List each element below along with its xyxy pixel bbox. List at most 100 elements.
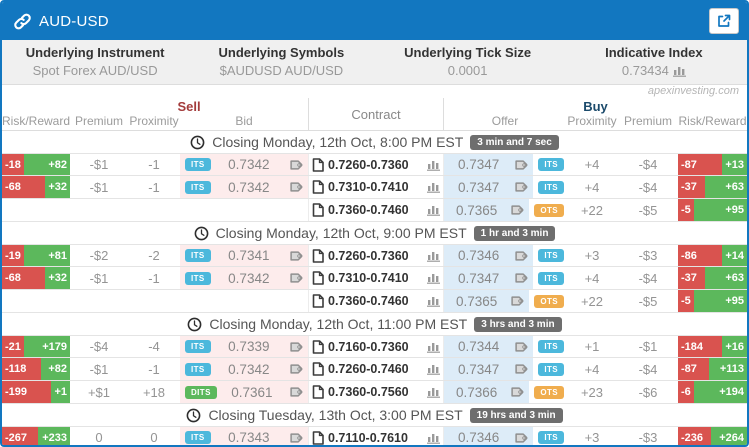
tag-icon[interactable] (512, 430, 528, 446)
contract-cell[interactable]: 0.7260-0.7360 (308, 245, 444, 266)
chart-icon[interactable] (427, 363, 440, 375)
chart-icon[interactable] (673, 65, 686, 77)
offer-cell-wrap: 0.7346 ITS (444, 427, 566, 447)
sell-status-badge: DITS (185, 386, 217, 399)
tag-icon[interactable] (287, 157, 303, 173)
offer-price[interactable]: 0.7347 (449, 362, 508, 377)
offer-cell: 0.7347 ITS (444, 358, 566, 380)
contract-cell[interactable]: 0.7360-0.7460 (308, 290, 444, 312)
buy-risk-reward-cell: -236 +264 (678, 427, 747, 447)
offer-cell-wrap: 0.7365 OTS (444, 199, 566, 221)
contract-range: 0.7360-0.7460 (328, 294, 423, 308)
bid-price[interactable]: 0.7342 (215, 362, 283, 377)
sell-risk-reward-bar: -267 +233 (2, 427, 70, 447)
tag-icon[interactable] (287, 179, 303, 195)
offer-price[interactable]: 0.7347 (449, 271, 508, 286)
buy-risk-reward-bar: -37 +63 (678, 176, 747, 198)
bid-cell: ITS 0.7342 (180, 358, 308, 380)
offer-price[interactable]: 0.7344 (449, 339, 508, 354)
popout-button[interactable] (709, 8, 739, 34)
col-offer: Offer (444, 114, 566, 130)
buy-risk-reward-cell: -37 +63 (678, 176, 747, 198)
tag-icon[interactable] (512, 248, 528, 264)
col-sell-risk-reward: Risk/Reward (2, 114, 70, 130)
tag-icon[interactable] (512, 270, 528, 286)
offer-price[interactable]: 0.7347 (449, 180, 508, 195)
sell-reward: +1 (51, 381, 70, 403)
contract-cell[interactable]: 0.7260-0.7460 (308, 358, 444, 380)
sell-risk-reward-bar: -18 +82 (2, 154, 70, 175)
tag-icon[interactable] (287, 339, 303, 355)
sell-premium: -$2 (70, 245, 128, 266)
chart-icon[interactable] (427, 204, 440, 216)
chart-icon[interactable] (427, 386, 440, 398)
contract-row: -118 +82 -$1 -1 ITS 0.7342 (2, 358, 747, 381)
bid-group: ITS 0.7342 (180, 176, 308, 198)
info-value: 0.73434 (622, 63, 669, 78)
bid-price[interactable]: 0.7341 (215, 248, 283, 263)
chart-icon[interactable] (427, 295, 440, 307)
sell-status-badge: ITS (185, 249, 211, 262)
chart-icon[interactable] (427, 159, 440, 171)
buy-risk-reward-cell: -87 +13 (678, 154, 747, 175)
tag-icon[interactable] (508, 202, 524, 218)
clock-icon (186, 408, 201, 423)
tag-icon[interactable] (287, 430, 303, 446)
watermark: apexinvesting.com (2, 85, 747, 98)
contract-cell[interactable]: 0.7310-0.7410 (308, 267, 444, 289)
buy-proximity: +1 (566, 336, 618, 357)
contract-cell[interactable]: 0.7160-0.7360 (308, 336, 444, 357)
bid-price[interactable]: 0.7342 (215, 157, 283, 172)
buy-section-header: Buy (444, 98, 747, 114)
sell-risk-reward-cell: -21 +179 (2, 336, 70, 357)
tag-icon[interactable] (287, 361, 303, 377)
sell-risk: -118 (2, 358, 41, 380)
sell-risk: -68 (2, 176, 45, 198)
bid-cell: ITS 0.7339 (180, 336, 308, 357)
bid-price[interactable]: 0.7339 (215, 339, 283, 354)
buy-reward: +113 (709, 358, 747, 380)
info-value: Spot Forex AUD/USD (33, 63, 158, 78)
offer-price[interactable]: 0.7365 (449, 294, 504, 309)
chart-icon[interactable] (427, 432, 440, 444)
tag-icon[interactable] (512, 339, 528, 355)
contract-cell[interactable]: 0.7110-0.7610 (308, 427, 444, 447)
offer-price[interactable]: 0.7365 (449, 203, 504, 218)
buy-status-badge: OTS (534, 386, 564, 399)
offer-group: 0.7366 (444, 381, 529, 403)
expiration-group: Closing Monday, 12th Oct, 11:00 PM EST 3… (2, 313, 747, 404)
tag-icon[interactable] (512, 361, 528, 377)
buy-reward: +264 (711, 427, 747, 447)
tag-icon[interactable] (508, 384, 524, 400)
chart-icon[interactable] (427, 250, 440, 262)
buy-premium: -$5 (618, 290, 678, 312)
info-label: Indicative Index (561, 45, 747, 60)
chart-icon[interactable] (427, 272, 440, 284)
bid-price[interactable]: 0.7343 (215, 430, 283, 445)
offer-price[interactable]: 0.7346 (449, 430, 508, 445)
tag-icon[interactable] (287, 248, 303, 264)
contract-cell[interactable]: 0.7310-0.7410 (308, 176, 444, 198)
chart-icon[interactable] (427, 341, 440, 353)
contract-cell[interactable]: 0.7360-0.7560 (308, 381, 444, 403)
tag-icon[interactable] (287, 384, 303, 400)
offer-price[interactable]: 0.7346 (449, 248, 508, 263)
offer-cell: 0.7365 OTS (444, 199, 566, 221)
clock-icon (187, 317, 202, 332)
sell-status-badge: ITS (185, 431, 211, 444)
bid-price[interactable]: 0.7361 (221, 385, 283, 400)
tag-icon[interactable] (287, 270, 303, 286)
tag-icon[interactable] (508, 293, 524, 309)
tag-icon[interactable] (512, 179, 528, 195)
sell-reward: +82 (24, 154, 70, 175)
bid-price[interactable]: 0.7342 (215, 180, 283, 195)
chart-icon[interactable] (427, 181, 440, 193)
tag-icon[interactable] (512, 157, 528, 173)
contract-cell[interactable]: 0.7360-0.7460 (308, 199, 444, 221)
contract-row: -21 +179 -$4 -4 ITS 0.7339 (2, 335, 747, 358)
bid-price[interactable]: 0.7342 (215, 271, 283, 286)
contract-cell[interactable]: 0.7260-0.7360 (308, 154, 444, 175)
offer-price[interactable]: 0.7347 (449, 157, 508, 172)
offer-price[interactable]: 0.7366 (449, 385, 504, 400)
group-header: Closing Monday, 12th Oct, 11:00 PM EST 3… (2, 313, 747, 335)
